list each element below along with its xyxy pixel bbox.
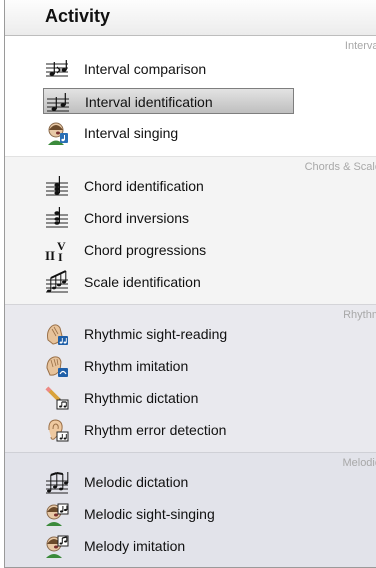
clapping-hands-icon (47, 324, 68, 345)
item-label: Rhythm error detection (84, 422, 227, 438)
hand-tapping-icon (46, 356, 68, 377)
item-label: Interval comparison (84, 61, 207, 77)
item-rhythm-error-detection[interactable]: Rhythm error detection (43, 417, 293, 443)
group-rhythm: Rhythm Rhythmic sight-reading Rhythm imi… (5, 304, 376, 452)
group-chords-scale: Chords & Scale Chord identification Chor… (5, 156, 376, 304)
group-label-rhythm: Rhythm (343, 309, 376, 321)
svg-text:I: I (58, 250, 63, 262)
chord-inversion-icon (46, 207, 68, 228)
item-melodic-dictation[interactable]: Melodic dictation (43, 469, 293, 495)
group-melodie: Melodie Melodic dictation (5, 452, 376, 567)
item-chord-progressions[interactable]: II V I Chord progressions (43, 237, 293, 263)
ear-icon (48, 419, 69, 442)
chord-progression-icon: II V I (45, 239, 66, 262)
activity-panel: Activity Interval Interval comparison (4, 0, 376, 568)
item-rhythmic-sight-reading[interactable]: Rhythmic sight-reading (43, 321, 293, 347)
item-label: Rhythmic dictation (84, 390, 199, 406)
svg-text:II: II (45, 248, 55, 262)
item-label: Rhythm imitation (84, 358, 189, 374)
item-label: Melody imitation (84, 538, 186, 554)
item-label: Interval identification (85, 94, 213, 110)
item-label: Rhythmic sight-reading (84, 326, 228, 342)
singer-imitation-icon (46, 535, 69, 558)
pencil-note-icon (45, 386, 69, 410)
group-label-interval: Interval (344, 40, 376, 52)
item-interval-identification[interactable]: Interval identification (43, 88, 294, 114)
item-label: Interval singing (84, 125, 179, 141)
item-label: Chord inversions (84, 210, 190, 226)
item-chord-inversions[interactable]: Chord inversions (43, 205, 293, 231)
scale-icon (46, 270, 68, 293)
item-scale-identification[interactable]: Scale identification (43, 269, 293, 295)
singer-icon (48, 122, 68, 145)
chord-icon (46, 176, 68, 196)
item-label: Melodic dictation (84, 474, 189, 490)
group-interval: Interval Interval comparison (5, 36, 376, 156)
item-interval-comparison[interactable]: Interval comparison (43, 56, 293, 82)
group-label-melodie: Melodie (342, 457, 376, 469)
item-melody-imitation[interactable]: Melody imitation (43, 533, 293, 559)
item-label: Chord progressions (84, 242, 207, 258)
item-label: Scale identification (84, 274, 201, 290)
activity-title: Activity (45, 6, 111, 26)
item-rhythmic-dictation[interactable]: Rhythmic dictation (43, 385, 293, 411)
activity-header: Activity (5, 0, 376, 36)
item-chord-identification[interactable]: Chord identification (43, 173, 293, 199)
item-rhythm-imitation[interactable]: Rhythm imitation (43, 353, 293, 379)
item-melodic-sight-singing[interactable]: Melodic sight-singing (43, 501, 293, 527)
interval-identification-icon (47, 93, 69, 112)
melody-notes-icon (46, 472, 69, 494)
item-label: Chord identification (84, 178, 204, 194)
item-interval-singing[interactable]: Interval singing (43, 120, 293, 146)
item-label: Melodic sight-singing (84, 506, 215, 522)
group-label-chords-scale: Chords & Scale (304, 161, 376, 173)
interval-comparison-icon (46, 60, 68, 77)
singer-note-icon (46, 503, 69, 526)
